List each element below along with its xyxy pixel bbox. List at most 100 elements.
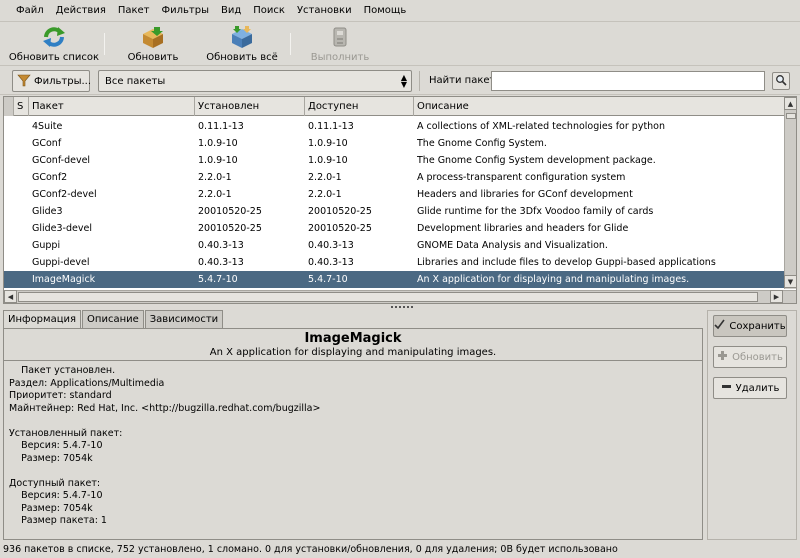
menu-bar: Файл Действия Пакет Фильтры Вид Поиск Ус… <box>0 0 800 22</box>
column-header-package[interactable]: Пакет <box>29 97 195 116</box>
run-icon <box>327 25 353 49</box>
info-line: Установленный пакет: <box>9 427 123 439</box>
info-line: Размер: 7054k <box>9 502 93 514</box>
toolbar: Обновить список Обновить Обновить всё Вы… <box>0 23 800 66</box>
cell-available-version: 20010520-25 <box>308 206 372 217</box>
cell-installed-version: 1.0.9-10 <box>198 155 238 166</box>
cell-package-name: 4Suite <box>32 121 63 132</box>
run-button[interactable]: Выполнить <box>308 23 372 66</box>
column-header-status[interactable]: S <box>14 97 29 116</box>
info-line: Размер пакета: 1 <box>9 515 107 526</box>
cell-installed-version: 0.40.3-13 <box>198 240 244 251</box>
cell-installed-version: 2.2.0-1 <box>198 189 232 200</box>
scroll-right-icon[interactable]: ▶ <box>770 290 783 303</box>
cell-package-name: GConf-devel <box>32 155 91 166</box>
cell-description: Headers and libraries for GConf developm… <box>417 189 633 200</box>
update-package-label: Обновить <box>732 351 783 363</box>
info-header: ImageMagick An X application for display… <box>4 329 702 361</box>
pane-resize-handle[interactable] <box>390 304 414 309</box>
update-all-icon <box>229 25 255 49</box>
column-header-description[interactable]: Описание <box>414 97 784 116</box>
toolbar-separator <box>290 33 291 55</box>
update-button[interactable]: Обновить <box>124 23 182 66</box>
find-button[interactable] <box>772 72 790 90</box>
details-tabs: Информация Описание Зависимости <box>3 310 224 330</box>
info-line: Майнтейнер: Red Hat, Inc. <http://bugzil… <box>9 402 321 414</box>
table-row[interactable]: GConf-devel 1.0.9-10 1.0.9-10 The Gnome Con… <box>4 152 784 169</box>
horizontal-scrollbar[interactable]: ◀ ▶ <box>4 290 796 303</box>
tab-description[interactable]: Описание <box>82 310 144 329</box>
info-line: Приоритет: standard <box>9 390 112 401</box>
filter-bar: Фильтры... Все пакеты ▲ ▼ Найти пакет <box>0 67 800 95</box>
table-row[interactable]: GConf2 2.2.0-1 2.2.0-1 A process-transparen… <box>4 169 784 186</box>
refresh-list-button[interactable]: Обновить список <box>9 23 99 66</box>
cell-installed-version: 2.2.0-1 <box>198 172 232 183</box>
remove-button[interactable]: Удалить <box>713 377 787 399</box>
info-line: Размер: 7054k <box>9 452 93 464</box>
cell-description: Development libraries and headers for Gl… <box>417 223 629 234</box>
vertical-scroll-thumb[interactable] <box>786 113 796 119</box>
combo-arrows-icon: ▲ ▼ <box>400 73 407 89</box>
menu-help[interactable]: Помощь <box>358 1 413 21</box>
info-line: Версия: 5.4.7-10 <box>9 490 103 501</box>
menu-file[interactable]: Файл <box>10 1 50 21</box>
filters-button[interactable]: Фильтры... <box>12 70 91 92</box>
update-label: Обновить <box>127 52 179 63</box>
table-row[interactable]: GConf 1.0.9-10 1.0.9-10 The Gnome Config Sy… <box>4 135 784 152</box>
table-row[interactable]: Glide3-devel 20010520-25 20010520-25 Develo… <box>4 220 784 237</box>
menu-settings[interactable]: Установки <box>291 1 358 21</box>
find-package-input[interactable] <box>491 71 765 91</box>
info-line: Раздел: Applications/Multimedia <box>9 377 165 389</box>
menu-view[interactable]: Вид <box>215 1 247 21</box>
package-filter-combo[interactable]: Все пакеты ▲ ▼ <box>98 70 412 92</box>
info-line <box>9 415 699 428</box>
cell-available-version: 0.40.3-13 <box>308 257 354 268</box>
scroll-down-icon[interactable]: ▼ <box>784 275 796 288</box>
cell-description: GNOME Data Analysis and Visualization. <box>417 240 608 251</box>
info-line <box>9 465 699 478</box>
table-row[interactable]: Glide3 20010520-25 20010520-25 Glide runtim… <box>4 203 784 220</box>
table-row[interactable]: ImageMagick 5.4.7-10 5.4.7-10 An X applicat… <box>4 271 784 288</box>
column-header-installed[interactable]: Установлен <box>195 97 305 116</box>
horizontal-scroll-thumb[interactable] <box>18 292 758 302</box>
cell-description: A process-transparent configuration syst… <box>417 172 626 183</box>
remove-button-label: Удалить <box>735 382 780 394</box>
action-panel: Сохранить Обновить Удалить <box>707 310 797 540</box>
cell-available-version: 5.4.7-10 <box>308 274 348 285</box>
scroll-left-icon[interactable]: ◀ <box>4 290 17 303</box>
cell-package-name: Glide3 <box>32 206 63 217</box>
search-icon <box>775 74 787 89</box>
filters-button-label: Фильтры... <box>34 75 91 87</box>
cell-available-version: 1.0.9-10 <box>308 155 348 166</box>
tab-information[interactable]: Информация <box>3 310 82 330</box>
info-panel: ImageMagick An X application for display… <box>3 328 703 540</box>
cell-description: The Gnome Config System development pack… <box>417 155 656 166</box>
cell-available-version: 0.40.3-13 <box>308 240 354 251</box>
menu-package[interactable]: Пакет <box>112 1 156 21</box>
status-bar: 936 пакетов в списке, 752 установлено, 1… <box>3 544 618 555</box>
cell-package-name: GConf2 <box>32 172 68 183</box>
update-package-button[interactable]: Обновить <box>713 346 787 368</box>
tab-dependencies[interactable]: Зависимости <box>144 310 224 329</box>
scroll-up-icon[interactable]: ▲ <box>784 97 796 110</box>
cell-description: Libraries and include files to develop G… <box>417 257 716 268</box>
find-package-label: Найти пакет <box>429 75 496 86</box>
menu-search[interactable]: Поиск <box>247 1 291 21</box>
check-icon <box>714 319 726 333</box>
table-row[interactable]: Guppi-devel 0.40.3-13 0.40.3-13 Libraries a… <box>4 254 784 271</box>
run-label: Выполнить <box>310 52 370 63</box>
table-row[interactable]: GConf2-devel 2.2.0-1 2.2.0-1 Headers and li… <box>4 186 784 203</box>
update-all-label: Обновить всё <box>206 52 278 63</box>
info-line: Версия: 5.4.7-10 <box>9 440 103 451</box>
table-row[interactable]: 4Suite 0.11.1-13 0.11.1-13 A collections of… <box>4 118 784 135</box>
vertical-scrollbar[interactable]: ▲ ▼ <box>784 97 796 289</box>
menu-filters[interactable]: Фильтры <box>156 1 215 21</box>
table-row[interactable]: Guppi 0.40.3-13 0.40.3-13 GNOME Data Analys… <box>4 237 784 254</box>
cell-installed-version: 1.0.9-10 <box>198 138 238 149</box>
keep-button[interactable]: Сохранить <box>713 315 787 337</box>
update-all-button[interactable]: Обновить всё <box>206 23 278 66</box>
cell-package-name: GConf <box>32 138 62 149</box>
cell-available-version: 2.2.0-1 <box>308 172 342 183</box>
column-header-available[interactable]: Доступен <box>305 97 414 116</box>
menu-actions[interactable]: Действия <box>50 1 112 21</box>
